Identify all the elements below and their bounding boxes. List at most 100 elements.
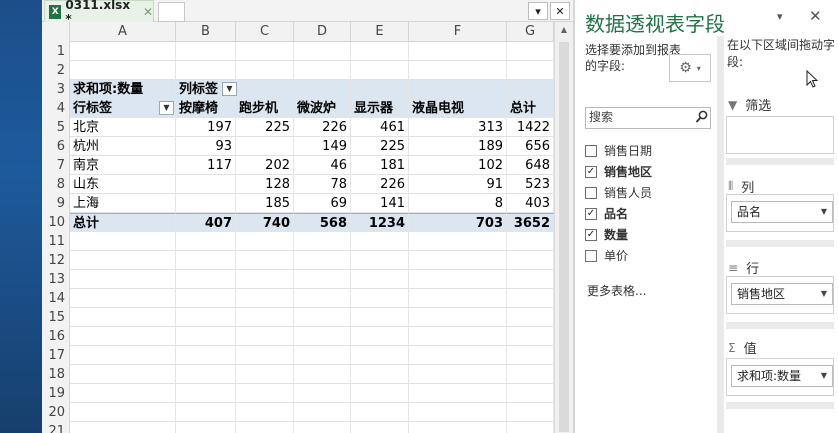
cell-b8[interactable] bbox=[176, 175, 236, 194]
field-item[interactable]: 销售人员 bbox=[585, 182, 711, 203]
cell-g11[interactable] bbox=[507, 232, 554, 251]
cell-g10[interactable]: 3652 bbox=[507, 213, 554, 232]
rows-drop-area[interactable]: 销售地区 ▼ bbox=[726, 276, 834, 314]
cell-d2[interactable] bbox=[294, 61, 351, 80]
cell-b13[interactable] bbox=[176, 270, 236, 289]
field-checkbox[interactable]: ✓ bbox=[585, 165, 597, 178]
cell-e1[interactable] bbox=[351, 42, 409, 61]
row-header[interactable]: 10 bbox=[42, 213, 70, 232]
cell-a12[interactable] bbox=[70, 251, 176, 270]
row-header[interactable]: 13 bbox=[42, 270, 70, 289]
filter-drop-area[interactable] bbox=[726, 116, 834, 154]
cell-g5[interactable]: 1422 bbox=[507, 118, 554, 137]
cell-b1[interactable] bbox=[176, 42, 236, 61]
cell-c4[interactable]: 跑步机 bbox=[236, 99, 294, 118]
cell-b19[interactable] bbox=[176, 384, 236, 403]
cell-a15[interactable] bbox=[70, 308, 176, 327]
cell-g3[interactable] bbox=[507, 80, 554, 99]
columns-drop-area[interactable]: 品名 ▼ bbox=[726, 194, 834, 232]
row-header[interactable]: 18 bbox=[42, 365, 70, 384]
field-checkbox[interactable] bbox=[585, 186, 597, 199]
row-header[interactable]: 12 bbox=[42, 251, 70, 270]
cell-g9[interactable]: 403 bbox=[507, 194, 554, 213]
cell-b10[interactable]: 407 bbox=[176, 213, 236, 232]
cell-f5[interactable]: 313 bbox=[409, 118, 507, 137]
cell-e8[interactable]: 226 bbox=[351, 175, 409, 194]
cell-f6[interactable]: 189 bbox=[409, 137, 507, 156]
cell-g2[interactable] bbox=[507, 61, 554, 80]
cell-c11[interactable] bbox=[236, 232, 294, 251]
cell-c10[interactable]: 740 bbox=[236, 213, 294, 232]
cell-c7[interactable]: 202 bbox=[236, 156, 294, 175]
cell-a1[interactable] bbox=[70, 42, 176, 61]
cell-g14[interactable] bbox=[507, 289, 554, 308]
cell-f20[interactable] bbox=[409, 403, 507, 422]
cell-a3[interactable]: 求和项:数量 bbox=[70, 80, 176, 99]
cell-c3[interactable] bbox=[236, 80, 294, 99]
cell-f1[interactable] bbox=[409, 42, 507, 61]
field-checkbox[interactable] bbox=[585, 249, 597, 262]
cell-e17[interactable] bbox=[351, 346, 409, 365]
values-drop-area[interactable]: 求和项:数量 ▼ bbox=[726, 358, 834, 396]
cell-b9[interactable] bbox=[176, 194, 236, 213]
row-header[interactable]: 2 bbox=[42, 61, 70, 80]
field-item[interactable]: 单价 bbox=[585, 245, 711, 266]
cell-a13[interactable] bbox=[70, 270, 176, 289]
cell-g7[interactable]: 648 bbox=[507, 156, 554, 175]
cell-c15[interactable] bbox=[236, 308, 294, 327]
rows-field-chip[interactable]: 销售地区 ▼ bbox=[731, 283, 833, 305]
cell-d19[interactable] bbox=[294, 384, 351, 403]
cell-d20[interactable] bbox=[294, 403, 351, 422]
cell-e2[interactable] bbox=[351, 61, 409, 80]
field-item[interactable]: ✓ 数量 bbox=[585, 224, 711, 245]
cell-b11[interactable] bbox=[176, 232, 236, 251]
cell-g15[interactable] bbox=[507, 308, 554, 327]
cell-a16[interactable] bbox=[70, 327, 176, 346]
cell-d16[interactable] bbox=[294, 327, 351, 346]
cell-a9[interactable]: 上海 bbox=[70, 194, 176, 213]
cell-d6[interactable]: 149 bbox=[294, 137, 351, 156]
cell-g13[interactable] bbox=[507, 270, 554, 289]
row-header[interactable]: 16 bbox=[42, 327, 70, 346]
row-header[interactable]: 9 bbox=[42, 194, 70, 213]
field-item[interactable]: ✓ 销售地区 bbox=[585, 161, 711, 182]
cell-f2[interactable] bbox=[409, 61, 507, 80]
cell-e6[interactable]: 225 bbox=[351, 137, 409, 156]
cell-e13[interactable] bbox=[351, 270, 409, 289]
cell-b2[interactable] bbox=[176, 61, 236, 80]
cell-g16[interactable] bbox=[507, 327, 554, 346]
cell-d17[interactable] bbox=[294, 346, 351, 365]
new-tab-button[interactable] bbox=[158, 2, 185, 22]
row-header[interactable]: 21 bbox=[42, 422, 70, 433]
cell-a14[interactable] bbox=[70, 289, 176, 308]
cell-c12[interactable] bbox=[236, 251, 294, 270]
cell-a11[interactable] bbox=[70, 232, 176, 251]
cell-f7[interactable]: 102 bbox=[409, 156, 507, 175]
scroll-up-arrow-icon[interactable]: ▲ bbox=[555, 22, 573, 38]
row-header[interactable]: 6 bbox=[42, 137, 70, 156]
window-dropdown-button[interactable]: ▾ bbox=[528, 2, 548, 20]
column-header-g[interactable]: G bbox=[507, 22, 554, 42]
cell-e18[interactable] bbox=[351, 365, 409, 384]
cell-g4[interactable]: 总计 bbox=[507, 99, 554, 118]
row-header[interactable]: 19 bbox=[42, 384, 70, 403]
field-search-input[interactable]: 搜索 bbox=[585, 107, 711, 129]
cell-e10[interactable]: 1234 bbox=[351, 213, 409, 232]
cell-f3[interactable] bbox=[409, 80, 507, 99]
cell-c19[interactable] bbox=[236, 384, 294, 403]
cell-g12[interactable] bbox=[507, 251, 554, 270]
cell-f21[interactable] bbox=[409, 422, 507, 433]
cell-b7[interactable]: 117 bbox=[176, 156, 236, 175]
column-header-c[interactable]: C bbox=[236, 22, 294, 42]
cell-b15[interactable] bbox=[176, 308, 236, 327]
cell-g17[interactable] bbox=[507, 346, 554, 365]
field-item[interactable]: 销售日期 bbox=[585, 140, 711, 161]
cell-f12[interactable] bbox=[409, 251, 507, 270]
cell-b5[interactable]: 197 bbox=[176, 118, 236, 137]
cell-a20[interactable] bbox=[70, 403, 176, 422]
cell-c9[interactable]: 185 bbox=[236, 194, 294, 213]
cell-d14[interactable] bbox=[294, 289, 351, 308]
cell-f17[interactable] bbox=[409, 346, 507, 365]
cell-e21[interactable] bbox=[351, 422, 409, 433]
row-header[interactable]: 4 bbox=[42, 99, 70, 118]
